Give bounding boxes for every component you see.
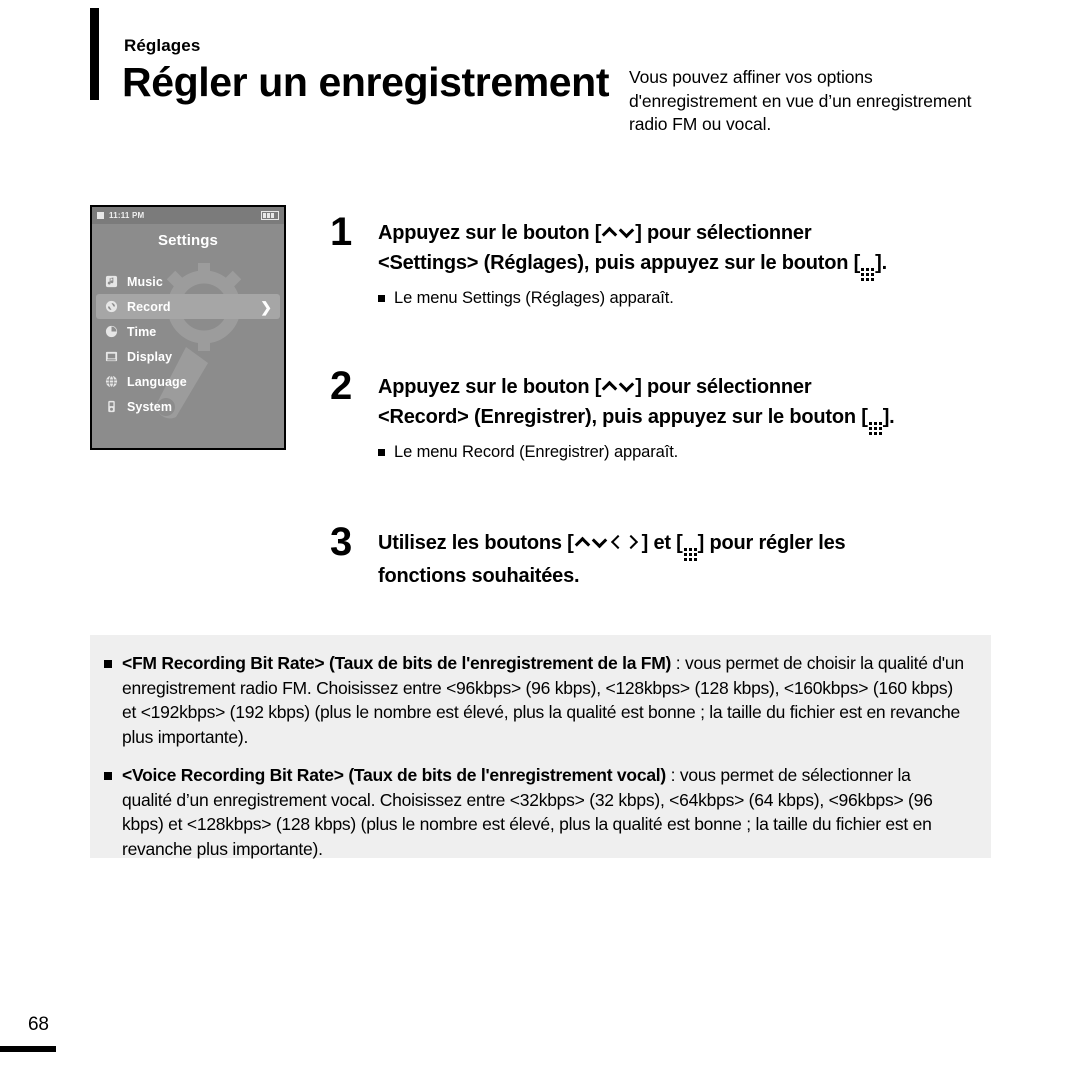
chevron-up-icon: [574, 533, 591, 550]
menu-dots-icon: [868, 422, 882, 435]
info-panel: <FM Recording Bit Rate> (Taux de bits de…: [90, 635, 991, 861]
device-menu-label: Music: [127, 274, 163, 289]
step-3: 3 Utilisez les boutons [ ] et [ ] pour rég…: [330, 522, 1010, 591]
dpad-key-glyph: [574, 533, 642, 550]
device-icon: [104, 400, 118, 414]
step-text: ].: [882, 406, 895, 428]
square-indicator-icon: [97, 212, 104, 219]
header-description: Vous pouvez affiner vos options d'enregi…: [629, 67, 972, 134]
bullet-icon: [104, 772, 112, 780]
chevron-down-icon: [591, 533, 608, 550]
step-text: ] pour sélectionner: [635, 376, 812, 398]
device-menu-item-time[interactable]: Time: [92, 319, 284, 344]
step-text: Utilisez les boutons [: [378, 532, 574, 554]
chevron-right-icon: ❯: [260, 298, 272, 315]
page-header: Réglages Régler un enregistrement Vous p…: [0, 0, 1080, 160]
step-number: 2: [330, 364, 353, 408]
chevron-down-icon: [618, 223, 635, 240]
info-term: <FM Recording Bit Rate> (Taux de bits de…: [122, 653, 672, 673]
step-instruction: Utilisez les boutons [ ] et [ ] pour régle…: [378, 528, 1010, 591]
device-screen-mockup: 11:11 PM Settings Music Record ❯ Time Di…: [90, 205, 286, 450]
breadcrumb: Réglages: [124, 36, 201, 55]
step-note: Le menu Settings (Réglages) apparaît.: [378, 288, 1010, 309]
device-menu-item-record[interactable]: Record ❯: [96, 294, 280, 319]
step-text: fonctions souhaitées.: [378, 565, 580, 587]
info-item-text: <FM Recording Bit Rate> (Taux de bits de…: [122, 651, 965, 749]
step-instruction: Appuyez sur le bouton [ ] pour sélectionn…: [378, 372, 1010, 435]
record-icon: [104, 300, 118, 314]
step-number: 1: [330, 210, 353, 254]
bullet-icon: [378, 295, 385, 302]
info-term: <Voice Recording Bit Rate> (Taux de bits…: [122, 765, 666, 785]
step-text: <Settings> (Réglages), puis appuyez sur …: [378, 252, 861, 274]
info-item-text: <Voice Recording Bit Rate> (Taux de bits…: [122, 763, 965, 861]
step-note-text: Le menu Record (Enregistrer) apparaît.: [394, 443, 679, 461]
page-title: Régler un enregistrement: [122, 59, 610, 105]
device-menu-label: Language: [127, 374, 187, 389]
step-text: ].: [875, 252, 887, 274]
chevron-down-icon: [618, 377, 635, 394]
device-menu-item-system[interactable]: System: [92, 394, 284, 419]
step-number: 3: [330, 520, 353, 564]
device-menu-label: Record: [127, 299, 171, 314]
clock-icon: [104, 325, 118, 339]
menu-dots-icon: [861, 268, 875, 281]
updown-key-glyph: [601, 223, 635, 240]
step-text: Appuyez sur le bouton [: [378, 376, 602, 398]
chevron-up-icon: [601, 377, 618, 394]
chevron-up-icon: [601, 223, 618, 240]
step-text: <Record> (Enregistrer), puis appuyez sur…: [378, 406, 868, 428]
chevron-right-icon: [625, 533, 642, 550]
device-status-bar: 11:11 PM: [92, 207, 284, 224]
step-note: Le menu Record (Enregistrer) apparaît.: [378, 442, 1010, 463]
device-menu-label: Display: [127, 349, 173, 364]
updown-key-glyph: [601, 377, 635, 394]
header-accent-bar: [90, 8, 99, 100]
music-note-icon: [104, 275, 118, 289]
status-time: 11:11 PM: [109, 211, 145, 220]
display-icon: [104, 350, 118, 364]
info-item-voice-bit-rate: <Voice Recording Bit Rate> (Taux de bits…: [104, 763, 965, 861]
device-screen-title: Settings: [158, 232, 218, 249]
step-instruction: Appuyez sur le bouton [ ] pour sélectionn…: [378, 218, 1010, 281]
globe-icon: [104, 375, 118, 389]
step-text: Appuyez sur le bouton [: [378, 222, 602, 244]
menu-dots-icon: [683, 548, 697, 561]
step-text: ] et [: [641, 532, 683, 554]
device-menu-label: Time: [127, 324, 157, 339]
device-menu-item-display[interactable]: Display: [92, 344, 284, 369]
device-menu-item-music[interactable]: Music: [92, 269, 284, 294]
device-menu-label: System: [127, 399, 173, 414]
battery-icon: [261, 211, 279, 220]
device-menu-list: Music Record ❯ Time Display Language Sys…: [92, 269, 284, 419]
step-text: ] pour sélectionner: [635, 222, 812, 244]
footer-rule: [0, 1046, 56, 1052]
step-2: 2 Appuyez sur le bouton [ ] pour sélectio…: [330, 366, 1010, 463]
info-item-fm-bit-rate: <FM Recording Bit Rate> (Taux de bits de…: [104, 651, 965, 749]
page-number: 68: [28, 1014, 49, 1035]
step-1: 1 Appuyez sur le bouton [ ] pour sélectio…: [330, 212, 1010, 309]
device-menu-item-language[interactable]: Language: [92, 369, 284, 394]
step-text: ] pour régler les: [697, 532, 846, 554]
step-note-text: Le menu Settings (Réglages) apparaît.: [394, 289, 674, 307]
bullet-icon: [378, 449, 385, 456]
bullet-icon: [104, 660, 112, 668]
chevron-left-icon: [608, 533, 625, 550]
